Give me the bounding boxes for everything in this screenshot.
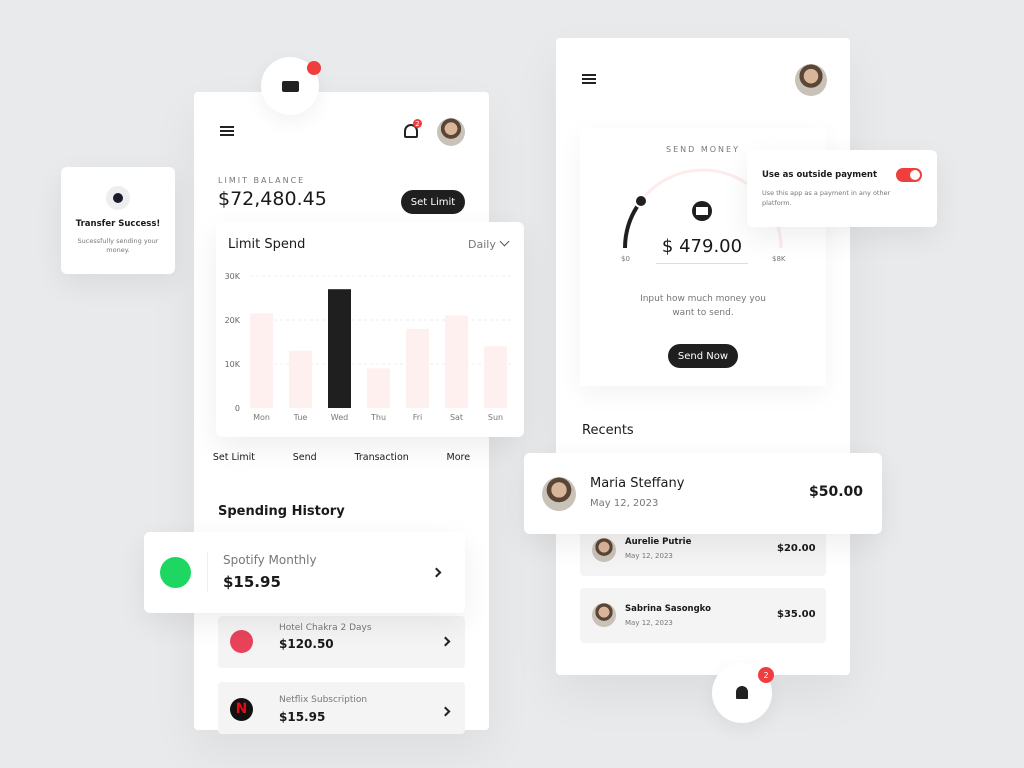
bar-mon	[250, 313, 273, 408]
y-tick-label: 10K	[225, 360, 241, 369]
avatar	[592, 538, 616, 562]
netflix-logo: N	[230, 698, 253, 721]
chevron-right-icon	[440, 706, 451, 717]
notification-dot	[307, 61, 321, 75]
notification-badge: 2	[758, 667, 774, 683]
recent-date: May 12, 2023	[625, 619, 673, 627]
gauge-min: $0	[621, 255, 630, 263]
recent-item[interactable]: Sabrina Sasongko May 12, 2023 $35.00	[580, 588, 826, 643]
limit-spend-card: Limit Spend Daily 0 10K 20K 30K Mon Tue Wed Thu…	[216, 222, 524, 437]
transfer-success-toast: Transfer Success! Sucessfully sending yo…	[61, 167, 175, 274]
spotify-logo	[160, 557, 191, 588]
action-send[interactable]: Send	[293, 452, 317, 463]
history-item[interactable]: Hotel Chakra 2 Days $120.50	[218, 616, 465, 668]
bar-tue	[289, 350, 312, 408]
toast-title: Transfer Success!	[75, 219, 161, 229]
history-item-amount: $120.50	[279, 637, 334, 651]
x-tick-label: Thu	[370, 413, 386, 422]
recents-title: Recents	[582, 423, 634, 438]
divider	[207, 552, 208, 592]
action-transaction[interactable]: Transaction	[354, 452, 408, 463]
x-tick-label: Sat	[450, 413, 463, 422]
x-tick-label: Wed	[331, 413, 348, 422]
avatar	[542, 477, 576, 511]
outside-payment-toggle[interactable]	[896, 168, 922, 182]
notification-badge: 2	[413, 119, 422, 128]
limit-spend-chart: 0 10K 20K 30K Mon Tue Wed Thu Fri Sat Sun	[225, 272, 512, 422]
recent-name: Maria Steffany	[590, 476, 685, 491]
x-tick-label: Mon	[253, 413, 270, 422]
y-tick-label: 30K	[225, 272, 241, 281]
airbnb-logo	[230, 630, 253, 653]
recent-name: Sabrina Sasongko	[625, 604, 711, 614]
x-tick-label: Fri	[413, 413, 423, 422]
limit-balance-label: LIMIT BALANCE	[218, 176, 306, 185]
action-set-limit[interactable]: Set Limit	[213, 452, 255, 463]
recent-name: Aurelie Putrie	[625, 537, 692, 547]
recent-item[interactable]: Aurelie Putrie May 12, 2023 $20.00	[580, 528, 826, 576]
chevron-right-icon	[431, 567, 442, 578]
send-hint: Input how much money you want to send.	[640, 294, 766, 318]
chevron-right-icon	[440, 636, 451, 647]
bar-fri	[406, 328, 429, 408]
avatar	[592, 603, 616, 627]
outside-payment-desc: Use this app as a payment in any other p…	[762, 189, 891, 207]
history-item-amount: $15.95	[223, 573, 281, 591]
recent-amount: $50.00	[809, 484, 864, 500]
avatar[interactable]	[795, 64, 827, 96]
send-now-button[interactable]: Send Now	[668, 344, 738, 368]
set-limit-button[interactable]: Set Limit	[401, 190, 465, 214]
avatar[interactable]	[437, 118, 465, 146]
x-tick-label: Sun	[488, 413, 503, 422]
history-item-amount: $15.95	[279, 710, 326, 724]
toast-message: Sucessfully sending your money.	[77, 237, 159, 254]
balance-value: $72,480.45	[218, 188, 327, 210]
history-item-name: Hotel Chakra 2 Days	[279, 623, 372, 633]
bar-wed	[328, 289, 351, 408]
bar-thu	[367, 368, 390, 408]
check-circle-icon	[106, 186, 130, 210]
history-item[interactable]: N Netflix Subscription $15.95	[218, 682, 465, 734]
history-item-name: Netflix Subscription	[279, 695, 368, 705]
menu-icon[interactable]	[582, 74, 596, 84]
bell-icon	[736, 686, 748, 699]
quick-actions: Set Limit Send Transaction More	[194, 452, 489, 463]
y-tick-label: 20K	[225, 316, 241, 325]
outside-payment-card: Use as outside payment Use this app as a…	[747, 150, 937, 227]
x-tick-label: Tue	[293, 413, 308, 422]
gauge-handle[interactable]	[634, 194, 648, 208]
recent-date: May 12, 2023	[590, 498, 659, 509]
action-more[interactable]: More	[447, 452, 471, 463]
gauge-max: $8K	[772, 255, 786, 263]
history-item-name: Spotify Monthly	[223, 553, 317, 567]
recent-item-featured[interactable]: Maria Steffany May 12, 2023 $50.00	[524, 453, 882, 534]
send-money-screen: SEND MONEY $0 $8K $ 479.00 Input how muc…	[556, 38, 850, 675]
bar-sat	[445, 315, 468, 408]
menu-icon[interactable]	[220, 126, 234, 136]
spending-history-title: Spending History	[218, 504, 345, 519]
recent-date: May 12, 2023	[625, 552, 673, 560]
bar-sun	[484, 346, 507, 408]
history-item-spotify[interactable]: Spotify Monthly $15.95	[144, 532, 465, 613]
y-tick-label: 0	[235, 404, 240, 413]
cash-icon	[282, 81, 299, 92]
recent-amount: $20.00	[777, 543, 816, 554]
outside-payment-title: Use as outside payment	[762, 170, 878, 180]
amount-input[interactable]: $ 479.00	[656, 236, 748, 264]
recent-amount: $35.00	[777, 609, 816, 620]
